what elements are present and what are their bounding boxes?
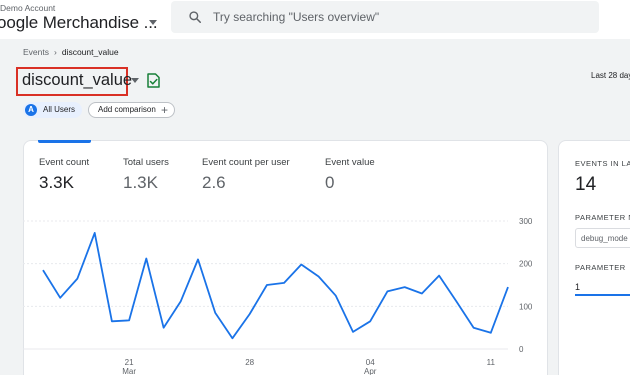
top-bar: Demo Account oogle Merchandise ... Try s… (0, 0, 630, 39)
data-point (283, 282, 285, 284)
date-range[interactable]: Last 28 days (591, 71, 630, 80)
data-point (386, 290, 388, 292)
series-line (42, 231, 509, 340)
data-point (490, 332, 492, 334)
data-point (231, 337, 233, 339)
metric-label: Event value (325, 157, 375, 168)
x-tick-label: 21 (125, 358, 134, 367)
chevron-right-icon: › (54, 47, 57, 57)
data-point (455, 300, 457, 302)
data-point (266, 284, 268, 286)
metric-event-count[interactable]: Event count 3.3K (39, 157, 89, 193)
data-point (42, 269, 44, 271)
metric-label: Total users (123, 157, 169, 168)
side-events-label: EVENTS IN LA (575, 159, 630, 168)
y-tick-label: 100 (519, 302, 533, 311)
metric-label: Event count (39, 157, 90, 168)
data-point (249, 313, 251, 315)
data-point (300, 264, 302, 266)
y-tick-label: 0 (519, 345, 524, 354)
data-point (197, 258, 199, 260)
all-users-chip[interactable]: A All Users (23, 102, 82, 118)
metric-label: Event count per user (202, 157, 290, 168)
breadcrumb-current: discount_value (61, 47, 119, 57)
metric-total-users[interactable]: Total users 1.3K (123, 157, 169, 193)
account-label: Demo Account (0, 3, 56, 13)
data-point (94, 232, 96, 234)
metric-value: 3.3K (39, 173, 74, 192)
data-point (163, 327, 165, 329)
all-users-label: All Users (43, 105, 76, 114)
plus-icon: + (161, 103, 169, 117)
property-selector[interactable]: oogle Merchandise ... (0, 13, 158, 33)
customize-report-icon[interactable] (147, 73, 160, 88)
parameter-value-underline (575, 294, 630, 296)
parameter-name-label: PARAMETER N (575, 213, 630, 222)
data-point (473, 327, 475, 329)
y-tick-label: 300 (519, 217, 533, 226)
x-tick-label: 04 (366, 358, 375, 367)
data-point (438, 275, 440, 277)
data-point (214, 312, 216, 314)
data-point (404, 286, 406, 288)
y-tick-label: 200 (519, 260, 533, 269)
metric-value: 0 (325, 173, 335, 192)
chevron-down-icon[interactable] (149, 20, 157, 25)
metric-value: 1.3K (123, 173, 158, 192)
parameter-name-select[interactable]: debug_mode (575, 228, 630, 248)
title-dropdown-icon[interactable] (131, 78, 139, 83)
parameter-name-value: debug_mode (581, 234, 628, 243)
search-bar[interactable]: Try searching "Users overview" (171, 1, 599, 33)
x-tick-month-label: Mar (122, 367, 136, 375)
x-tick-month-label: Apr (364, 367, 377, 375)
data-point (111, 320, 113, 322)
all-users-avatar: A (25, 104, 37, 116)
add-comparison-button[interactable]: Add comparison + (88, 102, 175, 118)
add-comparison-label: Add comparison (98, 105, 156, 114)
data-point (145, 258, 147, 260)
x-tick-label: 28 (245, 358, 254, 367)
data-point (180, 300, 182, 302)
side-events-value: 14 (575, 174, 597, 195)
metric-event-count-per-user[interactable]: Event count per user 2.6 (202, 157, 290, 193)
parameter-value-label: PARAMETER (575, 263, 626, 272)
active-tab-indicator (38, 140, 91, 143)
metric-value: 2.6 (202, 173, 226, 192)
search-icon (189, 11, 202, 24)
data-point (352, 331, 354, 333)
breadcrumb: Events › discount_value (23, 47, 119, 57)
parameter-value[interactable]: 1 (575, 282, 580, 292)
page-title[interactable]: discount_value (22, 71, 132, 90)
search-input[interactable]: Try searching "Users overview" (213, 10, 379, 24)
data-point (507, 286, 509, 288)
data-point (128, 319, 130, 321)
metric-event-value[interactable]: Event value 0 (325, 157, 375, 193)
data-point (76, 278, 78, 280)
data-point (318, 275, 320, 277)
data-point (335, 295, 337, 297)
data-point (421, 293, 423, 295)
data-point (59, 297, 61, 299)
data-point (369, 320, 371, 322)
x-tick-label: 11 (487, 358, 496, 367)
breadcrumb-events[interactable]: Events (23, 47, 49, 57)
event-count-chart: 300 200 100 0 21Mar 28 04Apr 11 (23, 217, 533, 375)
